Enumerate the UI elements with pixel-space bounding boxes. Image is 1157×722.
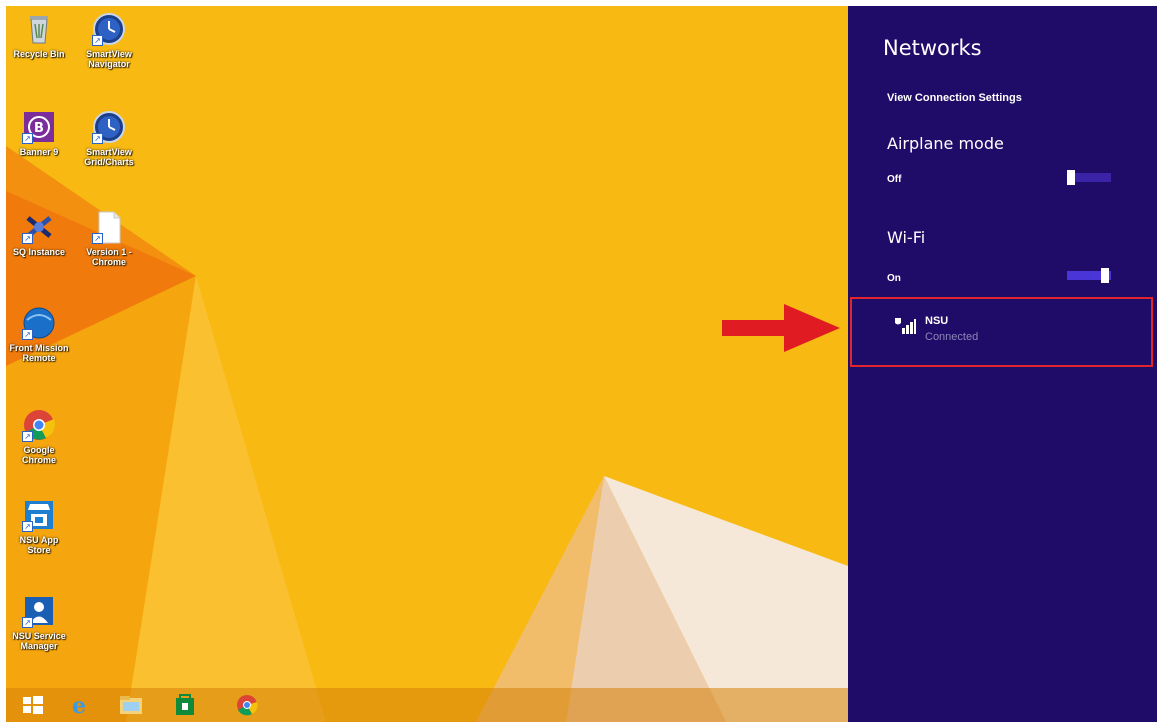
store-button[interactable] — [170, 692, 200, 718]
shortcut-arrow-icon: ↗ — [22, 431, 33, 442]
desktop-icon-sq-instance[interactable]: ↗ SQ Instance — [8, 210, 70, 257]
desktop-icon-recycle-bin[interactable]: Recycle Bin — [8, 12, 70, 59]
shortcut-arrow-icon: ↗ — [22, 329, 33, 340]
desktop-icon-label: Google Chrome — [21, 445, 56, 465]
shortcut-arrow-icon: ↗ — [92, 133, 103, 144]
desktop-icon-label: NSU Service Manager — [12, 631, 66, 651]
chrome-icon: ↗ — [22, 408, 56, 442]
chrome-icon — [237, 695, 258, 716]
app-store-icon: ↗ — [22, 498, 56, 532]
desktop-icon-smartview-grid[interactable]: ↗ SmartView Grid/Charts — [78, 110, 140, 167]
desktop-icon-banner-9[interactable]: B ↗ Banner 9 — [8, 110, 70, 157]
red-arrow-icon — [722, 304, 840, 352]
desktop-icon-nsu-service-manager[interactable]: ↗ NSU Service Manager — [8, 594, 70, 651]
screen: Recycle Bin ↗ SmartView Navigator B ↗ Ba… — [0, 0, 1157, 722]
wifi-signal-secure-icon — [895, 318, 916, 334]
shortcut-arrow-icon: ↗ — [92, 233, 103, 244]
shortcut-arrow-icon: ↗ — [92, 35, 103, 46]
file-explorer-button[interactable] — [116, 692, 146, 718]
desktop-icon-label: Banner 9 — [19, 147, 59, 157]
network-item-nsu[interactable]: NSU Connected — [850, 297, 1153, 367]
desktop-icon-front-mission[interactable]: ↗ Front Mission Remote — [8, 306, 70, 363]
globe-icon: ↗ — [22, 306, 56, 340]
shortcut-arrow-icon: ↗ — [22, 521, 33, 532]
desktop-icon-label: SmartView Grid/Charts — [84, 147, 134, 167]
file-explorer-icon — [120, 696, 142, 714]
internet-explorer-icon: e — [72, 693, 86, 719]
desktop-icon-label: Front Mission Remote — [9, 343, 69, 363]
desktop-icon-label: NSU App Store — [19, 535, 59, 555]
recycle-bin-icon — [22, 12, 56, 46]
desktop-icon-label: SQ Instance — [12, 247, 66, 257]
desktop-icon-smartview-navigator[interactable]: ↗ SmartView Navigator — [78, 12, 140, 69]
desktop-icon-google-chrome[interactable]: ↗ Google Chrome — [8, 408, 70, 465]
desktop-icon-version-1-chrome[interactable]: ↗ Version 1 - Chrome — [78, 210, 140, 267]
wifi-label: Wi-Fi — [887, 228, 926, 247]
svg-text:e: e — [72, 693, 86, 718]
start-button[interactable] — [18, 692, 48, 718]
networks-flyout: Networks View Connection Settings Airpla… — [848, 6, 1157, 722]
svg-text:B: B — [34, 121, 44, 136]
desktop-icon-label: Recycle Bin — [13, 49, 65, 59]
airplane-mode-label: Airplane mode — [887, 134, 1004, 153]
flyout-title: Networks — [883, 36, 982, 60]
network-status: Connected — [925, 331, 979, 343]
airplane-mode-toggle[interactable] — [1067, 170, 1111, 185]
start-icon — [23, 696, 43, 714]
toggle-thumb — [1067, 170, 1075, 185]
desktop-icon-nsu-app-store[interactable]: ↗ NSU App Store — [8, 498, 70, 555]
shortcut-arrow-icon: ↗ — [22, 617, 33, 628]
wifi-toggle[interactable] — [1067, 268, 1111, 283]
store-icon — [176, 694, 194, 715]
shortcut-arrow-icon: ↗ — [22, 233, 33, 244]
toggle-thumb — [1101, 268, 1109, 283]
tools-icon: ↗ — [22, 210, 56, 244]
desktop: Recycle Bin ↗ SmartView Navigator B ↗ Ba… — [6, 6, 848, 722]
taskbar: e — [6, 688, 848, 722]
desktop-icon-label: Version 1 - Chrome — [86, 247, 132, 267]
airplane-mode-state: Off — [887, 174, 902, 185]
wifi-state: On — [887, 273, 901, 284]
desktop-icon-label: SmartView Navigator — [86, 49, 132, 69]
view-connection-settings-link[interactable]: View Connection Settings — [887, 92, 1022, 104]
shortcut-arrow-icon: ↗ — [22, 133, 33, 144]
internet-explorer-button[interactable]: e — [64, 692, 94, 719]
network-name: NSU — [925, 315, 949, 327]
document-icon: ↗ — [92, 210, 126, 244]
banner-icon: B ↗ — [22, 110, 56, 144]
chrome-taskbar-button[interactable] — [232, 692, 262, 718]
service-manager-icon: ↗ — [22, 594, 56, 628]
clock-icon: ↗ — [92, 110, 126, 144]
clock-icon: ↗ — [92, 12, 126, 46]
